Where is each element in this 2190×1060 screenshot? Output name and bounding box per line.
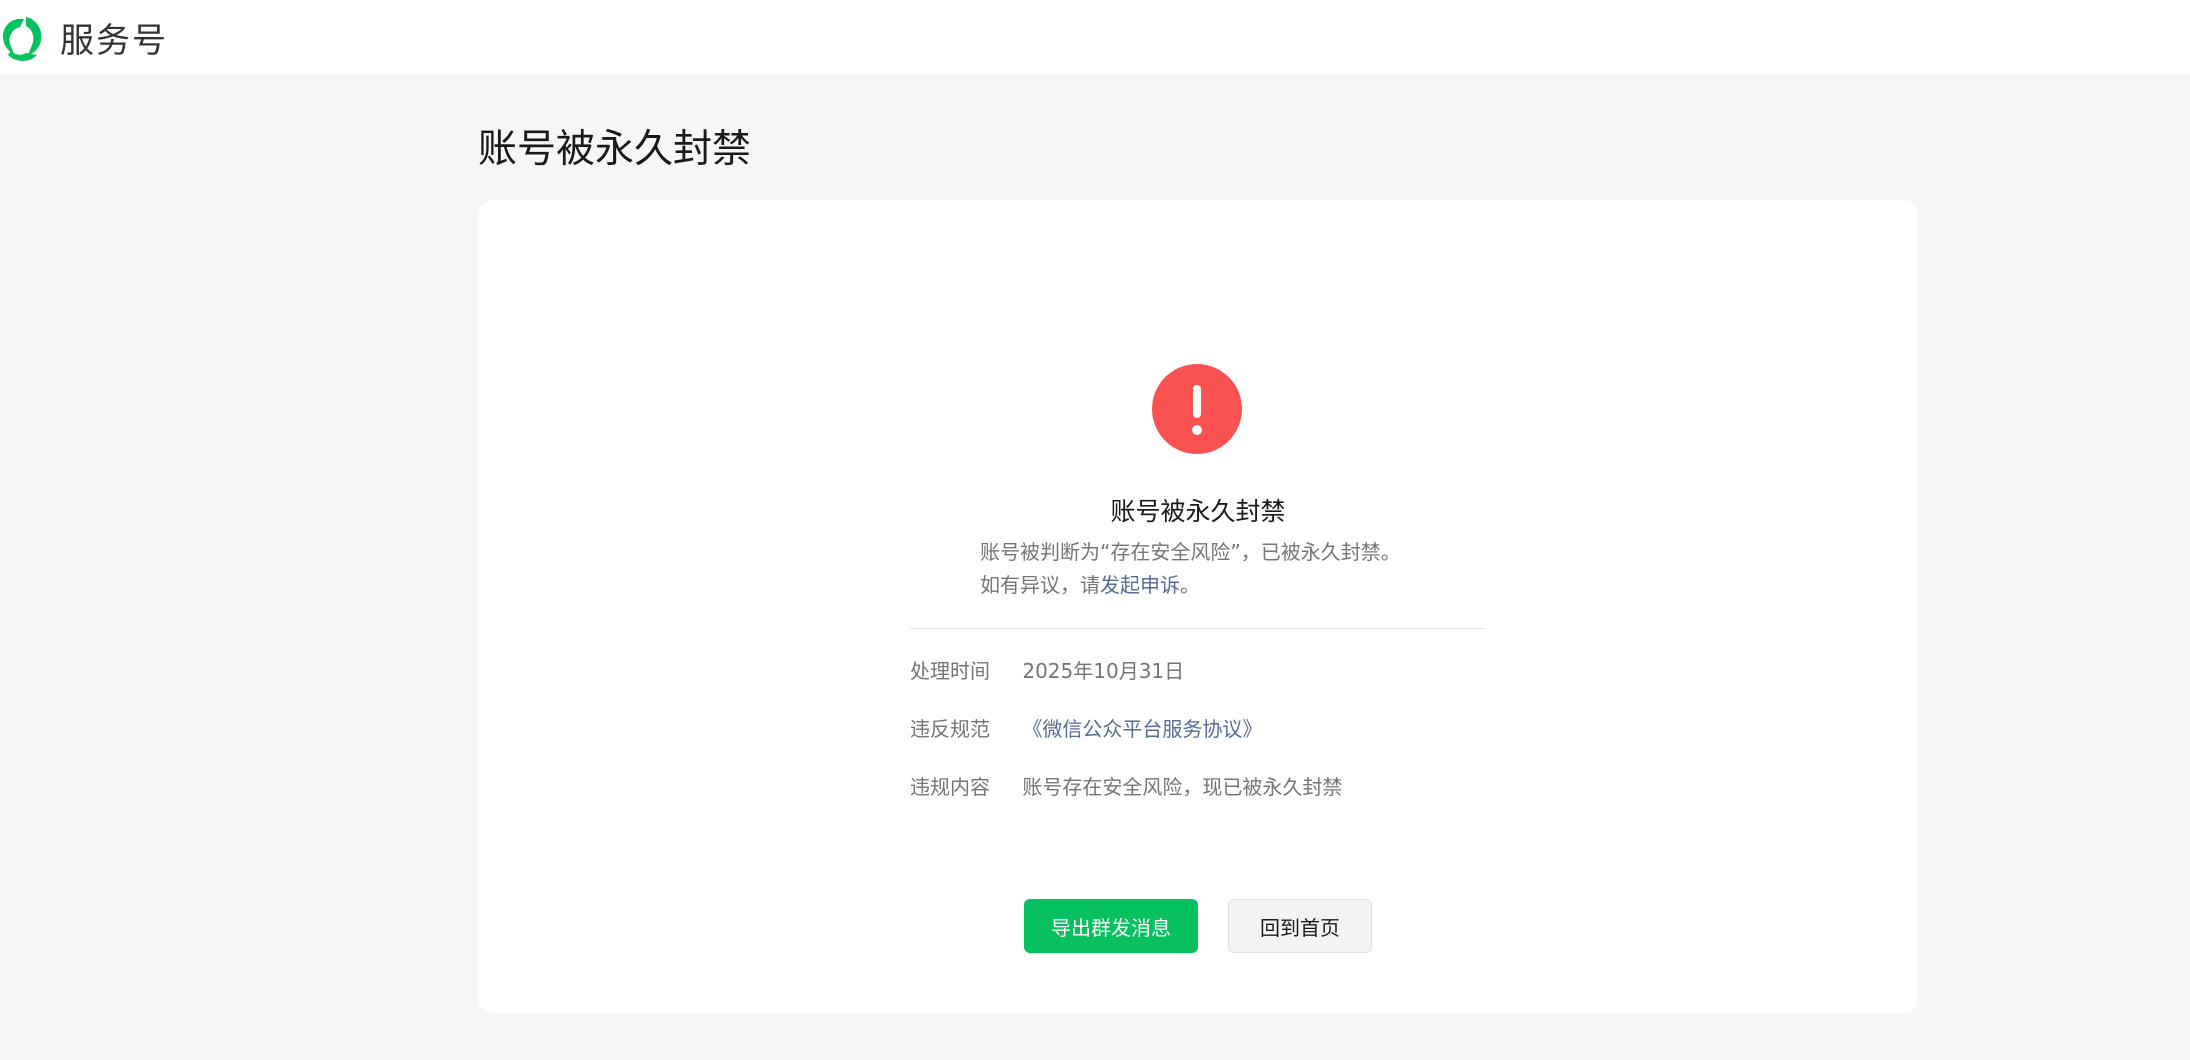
info-row-time: 处理时间 2025年10月31日 [910, 655, 1184, 684]
page-title: 账号被永久封禁 [478, 127, 752, 172]
divider [910, 628, 1486, 629]
content-value: 账号存在安全风险，现已被永久封禁 [1022, 775, 1343, 799]
export-messages-button[interactable]: 导出群发消息 [1024, 899, 1198, 953]
info-row-content: 违规内容 账号存在安全风险，现已被永久封禁 [910, 771, 1342, 800]
back-home-button[interactable]: 回到首页 [1228, 899, 1372, 953]
logo[interactable]: 服务号 [0, 0, 168, 75]
status-title: 账号被永久封禁 [1110, 497, 1286, 526]
description-line: 账号被判断为“存在安全风险”，已被永久封禁。 [980, 540, 1401, 564]
appeal-link[interactable]: 发起申诉 [1100, 573, 1180, 597]
rule-label: 违反规范 [910, 717, 990, 741]
time-label: 处理时间 [910, 659, 990, 683]
app-name: 服务号 [60, 21, 168, 61]
description-prefix: 如有异议，请 [980, 573, 1100, 597]
ban-notice-card: 账号被永久封禁 账号被判断为“存在安全风险”，已被永久封禁。 如有异议，请发起申… [478, 200, 1918, 1013]
content-label: 违规内容 [910, 775, 990, 799]
description-line: 如有异议，请发起申诉。 [980, 569, 1480, 602]
rule-link[interactable]: 《微信公众平台服务协议》 [1022, 717, 1262, 741]
top-bar: 服务号 [0, 0, 2190, 75]
info-row-rule: 违反规范 《微信公众平台服务协议》 [910, 713, 1262, 742]
description-suffix: 。 [1180, 573, 1200, 597]
exclamation-circle-icon [1152, 364, 1242, 454]
status-description: 账号被判断为“存在安全风险”，已被永久封禁。 如有异议，请发起申诉。 [980, 536, 1480, 602]
wechat-service-logo-icon [2, 16, 42, 61]
time-value: 2025年10月31日 [1022, 659, 1185, 683]
